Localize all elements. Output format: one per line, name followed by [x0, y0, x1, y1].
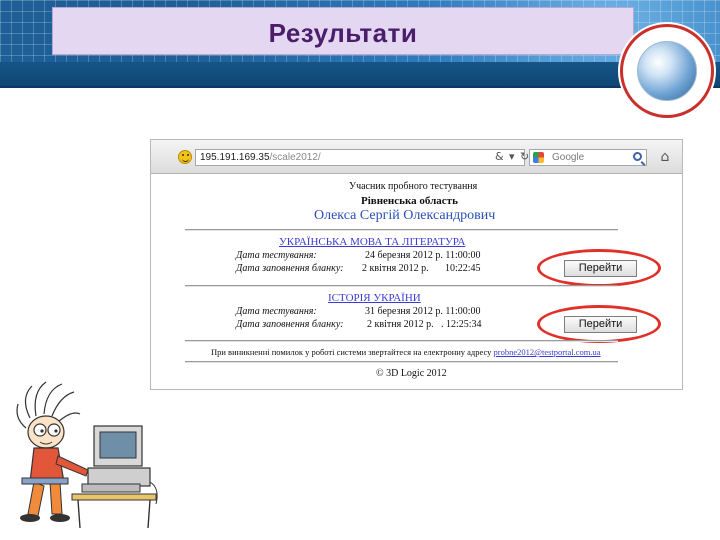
participant-heading: Учасник пробного тестування — [349, 181, 478, 192]
slide-header-band — [0, 62, 720, 86]
subject-1-filled-time: 10:22:45 — [445, 263, 481, 274]
subject-1-test-date-label: Дата тестування: — [236, 250, 317, 261]
separator-1 — [185, 229, 618, 231]
subject-2-filled-date: 2 квітня 2012 р. — [367, 319, 434, 330]
home-icon[interactable]: ⌂ — [657, 150, 673, 165]
search-placeholder: Google — [552, 152, 585, 163]
footer-note-text: При виникненні помилок у роботі системи … — [211, 347, 492, 357]
slide-title: Результати — [268, 18, 418, 48]
browser-window: 195.191.169.35/scale2012/ & ▾ ↻ Google ⌂… — [150, 139, 683, 390]
subject-1-filled-label: Дата заповнення бланку: — [236, 263, 344, 274]
copyright: © 3D Logic 2012 — [376, 368, 447, 379]
participant-name: Олекса Сергій Олександрович — [314, 208, 496, 223]
browser-toolbar: 195.191.169.35/scale2012/ & ▾ ↻ Google ⌂ — [151, 140, 682, 174]
separator-4 — [185, 361, 618, 363]
globe-icon — [637, 41, 697, 101]
url-path: /scale2012/ — [269, 152, 321, 163]
subject-1-highlight-ring — [537, 249, 661, 287]
dropdown-arrow-icon[interactable]: ▾ — [509, 150, 515, 163]
reload-icon[interactable]: ↻ — [520, 150, 529, 163]
results-page: Учасник пробного тестування Рівненська о… — [151, 175, 682, 389]
url-host: 195.191.169.35 — [200, 152, 270, 163]
subject-2-test-date-label: Дата тестування: — [236, 306, 317, 317]
search-box[interactable]: Google — [529, 149, 647, 166]
keyboard-icon — [81, 483, 141, 493]
region-label: Рівненська область — [361, 195, 458, 207]
subject-2-link[interactable]: ІСТОРІЯ УКРАЇНИ — [328, 292, 421, 304]
bookmark-icon[interactable]: & — [495, 150, 504, 163]
footer-email-link[interactable]: probne2012@testportal.com.ua — [494, 347, 601, 357]
globe-logo-icon — [620, 24, 714, 118]
subject-2-filled-time: . 12:25:34 — [441, 319, 482, 330]
separator-3 — [185, 340, 618, 342]
slide-header-divider — [0, 86, 720, 88]
subject-1-test-date: 24 березня 2012 р. 11:00:00 — [365, 250, 481, 261]
magnifier-icon[interactable] — [633, 152, 642, 161]
subject-2-test-date: 31 березня 2012 р. 11:00:00 — [365, 306, 481, 317]
google-icon[interactable] — [533, 152, 544, 163]
footer-note: При виникненні помилок у роботі системи … — [211, 347, 601, 357]
smiley-icon[interactable] — [178, 150, 192, 164]
address-text: 195.191.169.35/scale2012/ — [200, 152, 321, 163]
subject-2-highlight-ring — [537, 305, 661, 343]
separator-2 — [185, 285, 618, 287]
slide-title-box: Результати — [52, 7, 634, 55]
subject-1-link[interactable]: УКРАЇНСЬКА МОВА ТА ЛІТЕРАТУРА — [279, 236, 465, 248]
toolbar-icons: & ▾ ↻ — [451, 149, 529, 166]
student-at-computer-clipart — [16, 381, 158, 529]
subject-2-filled-label: Дата заповнення бланку: — [236, 319, 344, 330]
subject-1-filled-date: 2 квітня 2012 р. — [362, 263, 429, 274]
